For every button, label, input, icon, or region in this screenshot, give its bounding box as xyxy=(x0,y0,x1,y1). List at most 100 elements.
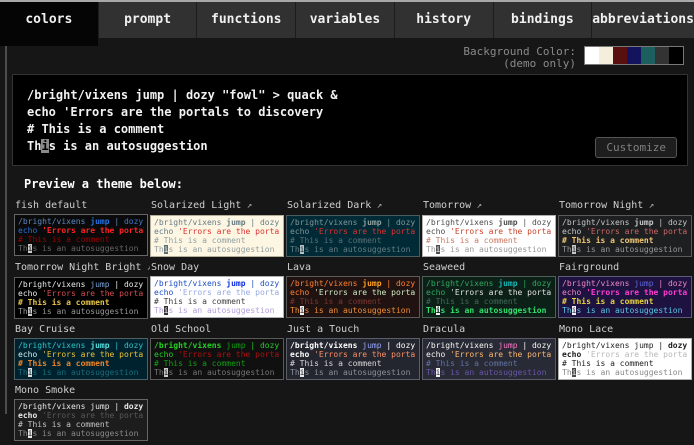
code-segment: dozy xyxy=(260,279,279,288)
theme-preview-box: /bright/vixens jump | dozy "fowl" > quac… xyxy=(558,215,692,257)
theme-tile-solarized-light[interactable]: Solarized Light ↗/bright/vixens jump | d… xyxy=(150,199,286,257)
theme-preview-line: # This is a comment xyxy=(562,236,688,245)
tab-colors[interactable]: colors xyxy=(0,2,98,46)
code-segment: # This is a comment xyxy=(18,298,110,307)
preview-command-line: /bright/vixens jump | dozy "fowl" > quac… xyxy=(27,87,675,104)
theme-title: Bay Cruise xyxy=(15,323,150,336)
tab-prompt[interactable]: prompt xyxy=(98,2,197,38)
code-segment: | xyxy=(246,218,260,227)
theme-title: Tomorrow Night ↗ xyxy=(559,199,694,213)
theme-title: Lava xyxy=(287,261,422,274)
theme-tile-tomorrow[interactable]: Tomorrow ↗/bright/vixens jump | dozy "fo… xyxy=(422,199,558,257)
code-segment: echo xyxy=(290,288,314,297)
background-swatch-black[interactable] xyxy=(669,47,683,64)
preview-theme-heading: Preview a theme below: xyxy=(24,177,688,191)
code-segment: "fowl" > quack & xyxy=(687,218,688,227)
theme-preview-box: /bright/vixens jump | dozy "fowl" > quac… xyxy=(14,214,148,256)
preview-comment-line: # This is a comment xyxy=(27,121,675,138)
code-segment: "fowl" > quack & xyxy=(279,279,280,288)
code-segment: "fowl" > quack & xyxy=(687,279,688,288)
background-swatch-dark-red[interactable] xyxy=(613,47,627,64)
external-link-icon[interactable]: ↗ xyxy=(371,201,382,211)
code-segment: | xyxy=(246,341,260,350)
theme-preview-line: echo 'Errors are the portals to discover… xyxy=(18,411,144,420)
theme-tile-mono-lace[interactable]: Mono Lace/bright/vixens jump | dozy "fow… xyxy=(558,323,694,380)
code-segment: Th xyxy=(562,245,572,254)
theme-tile-snow-day[interactable]: Snow Day/bright/vixens jump | dozy "fowl… xyxy=(150,261,286,319)
code-segment: /bright/vixens xyxy=(426,218,498,227)
theme-tile-dracula[interactable]: Dracula/bright/vixens jump | dozy "fowl"… xyxy=(422,323,558,380)
background-swatches xyxy=(584,46,684,65)
theme-title: Fairground xyxy=(559,261,694,274)
code-segment: /bright/vixens xyxy=(154,279,226,288)
code-segment: jump xyxy=(362,218,381,227)
theme-tile-lava[interactable]: Lava/bright/vixens jump | dozy "fowl" > … xyxy=(286,261,422,319)
background-color-label-line2: (demo only) xyxy=(463,58,576,70)
tab-functions[interactable]: functions xyxy=(196,2,295,38)
code-segment: dozy xyxy=(532,341,551,350)
theme-tile-seaweed[interactable]: Seaweed/bright/vixens jump | dozy "fowl"… xyxy=(422,261,558,319)
tab-abbreviations[interactable]: abbreviations xyxy=(591,2,694,38)
code-segment: Th xyxy=(18,307,28,316)
code-segment: Th xyxy=(154,368,164,377)
code-segment: | xyxy=(110,402,124,411)
code-segment: 'Errors are the portals to discovery xyxy=(450,288,552,297)
external-link-icon[interactable]: ↗ xyxy=(471,201,482,211)
theme-preview-line: This is an autosuggestion xyxy=(290,245,416,254)
code-segment: /bright/vixens xyxy=(18,402,90,411)
theme-tile-mono-smoke[interactable]: Mono Smoke/bright/vixens jump | dozy "fo… xyxy=(14,384,150,441)
code-segment: dozy xyxy=(668,341,687,350)
theme-preview-box: /bright/vixens jump | dozy "fowl" > quac… xyxy=(286,338,420,380)
background-swatch-white[interactable] xyxy=(585,47,599,64)
theme-tile-tomorrow-night-bright[interactable]: Tomorrow Night Bright ↗/bright/vixens ju… xyxy=(14,261,150,319)
tab-history[interactable]: history xyxy=(394,2,493,38)
theme-title: Mono Smoke xyxy=(15,384,150,397)
code-segment: 'Errors are the portals to discovery xyxy=(314,350,416,359)
external-link-icon[interactable]: ↗ xyxy=(241,201,252,211)
theme-preview-box: /bright/vixens jump | dozy "fowl" > quac… xyxy=(286,276,420,318)
theme-tile-old-school[interactable]: Old School/bright/vixens jump | dozy "fo… xyxy=(150,323,286,380)
tab-bindings[interactable]: bindings xyxy=(493,2,592,38)
theme-tile-fish-default[interactable]: fish default/bright/vixens jump | dozy "… xyxy=(14,199,150,257)
theme-title: Tomorrow Night Bright ↗ xyxy=(15,261,150,275)
theme-preview-line: # This is a comment xyxy=(290,359,416,368)
theme-preview-line: /bright/vixens jump | dozy "fowl" > quac… xyxy=(290,341,416,350)
code-segment: 'Errors are the portals to discovery xyxy=(450,227,552,236)
code-segment: dozy xyxy=(532,279,551,288)
background-swatch-navy[interactable] xyxy=(627,47,641,64)
code-segment: /bright/vixens xyxy=(18,341,90,350)
theme-tile-fairground[interactable]: Fairground/bright/vixens jump | dozy "fo… xyxy=(558,261,694,319)
code-segment: 'Errors are the portals to discovery xyxy=(42,411,144,420)
code-segment: # This is a comment xyxy=(562,236,654,245)
code-segment: jump xyxy=(634,218,653,227)
theme-title: Mono Lace xyxy=(559,323,694,336)
background-swatch-beige[interactable] xyxy=(599,47,613,64)
code-segment: s is an autosuggestion xyxy=(304,368,410,377)
theme-preview-line: # This is a comment xyxy=(426,359,552,368)
theme-tile-just-a-touch[interactable]: Just a Touch/bright/vixens jump | dozy "… xyxy=(286,323,422,380)
background-swatch-gray[interactable] xyxy=(655,47,669,64)
code-segment: jump xyxy=(362,341,381,350)
code-segment: jump xyxy=(362,279,381,288)
external-link-icon[interactable]: ↗ xyxy=(643,201,654,211)
tab-variables[interactable]: variables xyxy=(295,2,394,38)
preview-autosuggestion-line: This is an autosuggestion xyxy=(27,138,675,155)
external-link-icon[interactable]: ↗ xyxy=(141,263,150,273)
code-segment: /bright/vixens xyxy=(562,218,634,227)
code-segment: | xyxy=(654,218,668,227)
code-segment: s is an autosuggestion xyxy=(304,245,410,254)
theme-tile-bay-cruise[interactable]: Bay Cruise/bright/vixens jump | dozy "fo… xyxy=(14,323,150,380)
code-segment: dozy xyxy=(532,218,551,227)
theme-preview-box: /bright/vixens jump | dozy "fowl" > quac… xyxy=(150,338,284,380)
code-segment: Th xyxy=(426,368,436,377)
background-swatch-teal[interactable] xyxy=(641,47,655,64)
code-segment: /bright/vixens xyxy=(426,279,498,288)
theme-tile-tomorrow-night[interactable]: Tomorrow Night ↗ /bright/vixens jump | do… xyxy=(558,199,694,257)
theme-tile-solarized-dark[interactable]: Solarized Dark ↗/bright/vixens jump | do… xyxy=(286,199,422,257)
theme-preview-line: This is an autosuggestion xyxy=(154,368,280,377)
theme-preview-box: /bright/vixens jump | dozy "fowl" > quac… xyxy=(422,338,556,380)
theme-preview-box: /bright/vixens jump | dozy "fowl" > quac… xyxy=(422,215,556,257)
code-segment: jump xyxy=(90,402,109,411)
theme-preview-line: This is an autosuggestion xyxy=(18,307,144,316)
customize-button[interactable]: Customize xyxy=(595,137,677,158)
